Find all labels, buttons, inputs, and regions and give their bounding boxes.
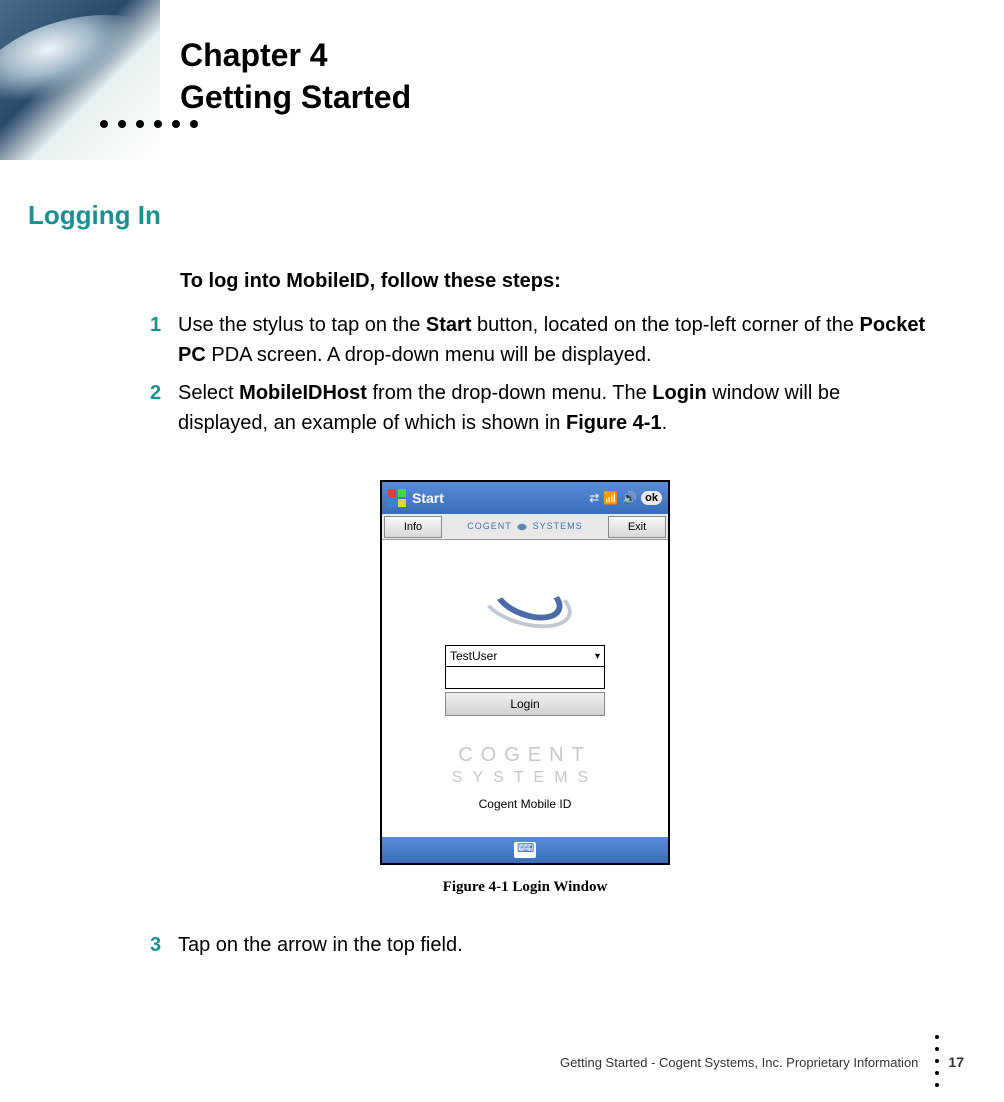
logo-swoosh	[480, 570, 570, 625]
app-name-label: Cogent Mobile ID	[382, 797, 668, 811]
speaker-icon: 🔊	[622, 491, 637, 505]
footer: Getting Started - Cogent Systems, Inc. P…	[560, 1054, 964, 1070]
step-list: 1 Use the stylus to tap on the Start but…	[150, 310, 930, 446]
footer-text: Getting Started - Cogent Systems, Inc. P…	[560, 1055, 918, 1070]
decorative-dots	[100, 120, 198, 128]
wave-decorative-image	[0, 0, 160, 160]
chapter-number: Chapter 4	[180, 37, 328, 73]
step-3: 3 Tap on the arrow in the top field.	[150, 930, 930, 960]
start-button-label: Start	[412, 490, 589, 506]
exit-button: Exit	[608, 516, 666, 538]
bottom-bar	[382, 837, 668, 863]
login-button: Login	[445, 692, 605, 716]
login-form: TestUser ▾ Login	[445, 645, 605, 716]
section-heading: Logging In	[28, 200, 161, 231]
step-2: 2 Select MobileIDHost from the drop-down…	[150, 378, 930, 438]
step-1-text: Use the stylus to tap on the Start butto…	[178, 310, 930, 370]
user-dropdown-value: TestUser	[450, 649, 497, 663]
title-bar: Start ⇄ 📶 🔊 ok	[382, 482, 668, 514]
chapter-heading: Chapter 4 Getting Started	[180, 35, 411, 118]
status-icons: ⇄ 📶 🔊	[589, 491, 637, 505]
toolbar-brand: COGENT SYSTEMS	[444, 521, 606, 532]
signal-icon: 📶	[603, 491, 618, 505]
figure-container: Start ⇄ 📶 🔊 ok Info COGENT SYSTEMS Exit …	[380, 480, 670, 896]
intro-text: To log into MobileID, follow these steps…	[180, 270, 561, 293]
user-dropdown: TestUser ▾	[445, 645, 605, 667]
chapter-title: Getting Started	[180, 79, 411, 115]
step-1: 1 Use the stylus to tap on the Start but…	[150, 310, 930, 370]
info-button: Info	[384, 516, 442, 538]
header-area: Chapter 4 Getting Started	[0, 0, 1004, 160]
login-body: TestUser ▾ Login COGENT SYSTEMS Cogent M…	[382, 540, 668, 837]
ok-button: ok	[641, 491, 662, 505]
step-3-container: 3 Tap on the arrow in the top field.	[150, 930, 930, 968]
windows-flag-icon	[388, 489, 406, 507]
page-number: 17	[948, 1054, 964, 1070]
password-field	[445, 667, 605, 689]
connectivity-icon: ⇄	[589, 491, 599, 505]
background-brand: COGENT SYSTEMS	[382, 742, 668, 789]
keyboard-icon	[514, 842, 536, 858]
figure-caption: Figure 4-1 Login Window	[380, 879, 670, 896]
app-toolbar: Info COGENT SYSTEMS Exit	[382, 514, 668, 540]
step-3-text: Tap on the arrow in the top field.	[178, 930, 463, 960]
dropdown-arrow-icon: ▾	[595, 651, 600, 662]
step-2-text: Select MobileIDHost from the drop-down m…	[178, 378, 930, 438]
pda-screenshot: Start ⇄ 📶 🔊 ok Info COGENT SYSTEMS Exit …	[380, 480, 670, 865]
brand-swoosh-icon	[515, 522, 529, 532]
